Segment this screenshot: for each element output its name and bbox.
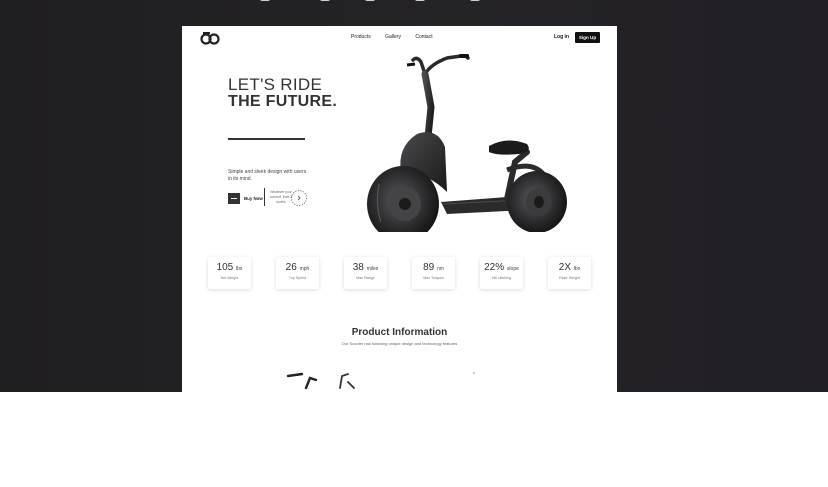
stat-value: 22%: [484, 262, 505, 273]
charge-dial-icon: [291, 190, 307, 206]
toolbar-icon[interactable]: [365, 0, 375, 1]
stat-unit: lbs: [573, 266, 581, 272]
scooter-image: [367, 54, 567, 232]
nav-link-contact[interactable]: Contact: [415, 34, 432, 40]
hero-vertical-divider: [264, 188, 265, 206]
stat-card-max-torque: 89 nm Max Torques: [412, 257, 455, 289]
top-toolbar-icons: [250, 0, 510, 4]
navbar: Products Gallery Contact Log in Sign Up: [182, 26, 617, 50]
nav-links: Products Gallery Contact: [351, 34, 446, 40]
stat-unit: miles: [366, 266, 379, 272]
buy-now-arrow-button[interactable]: [228, 193, 240, 204]
hero-description: Simple and sleek design with users in it…: [228, 169, 307, 182]
stat-label: Top Speed: [288, 276, 307, 280]
scooter-detail-image: [286, 372, 475, 390]
stat-unit: lbs: [236, 266, 243, 272]
stat-value: 105: [216, 262, 234, 273]
stat-value: 38: [352, 262, 364, 273]
stat-value: 26: [285, 262, 297, 273]
stat-label: Rider Weight: [559, 276, 580, 280]
toolbar-icon[interactable]: [470, 0, 480, 1]
product-info-subtitle: Our Scooter has following unique design …: [341, 341, 458, 346]
hero-title-line2: THE FUTURE.: [228, 93, 338, 110]
stat-card-max-range: 38 miles Max Range: [344, 257, 387, 289]
stat-card-hill-climbing: 22% slope Hill climbing: [480, 257, 523, 289]
stat-label: Net Weight: [220, 276, 239, 280]
webpage-preview: Products Gallery Contact Log in Sign Up …: [182, 26, 617, 392]
stat-label: Max Torques: [423, 276, 444, 280]
toolbar-icon[interactable]: [415, 0, 425, 1]
stat-unit: mph: [299, 266, 310, 272]
toolbar-icon[interactable]: [320, 0, 330, 1]
hero-title-line1: LET'S RIDE: [228, 75, 323, 94]
toolbar-icon[interactable]: [260, 0, 270, 1]
nav-link-products[interactable]: Products: [351, 34, 371, 40]
buy-now-label[interactable]: Buy Now: [244, 196, 263, 201]
hero-divider: [228, 138, 305, 140]
stat-value: 2X: [558, 262, 572, 273]
stat-card-net-weight: 105 lbs Net Weight: [208, 257, 251, 289]
stat-unit: nm: [436, 266, 444, 272]
stat-card-rider-weight: 2X lbs Rider Weight: [548, 257, 591, 289]
product-info-title: Product Information: [351, 327, 448, 338]
stat-value: 89: [423, 262, 435, 273]
stat-label: Max Range: [356, 276, 375, 280]
stat-card-top-speed: 26 mph Top Speed: [276, 257, 319, 289]
login-link[interactable]: Log in: [554, 34, 569, 40]
stat-unit: slope: [506, 266, 519, 272]
stat-label: Hill climbing: [491, 276, 512, 280]
signup-button[interactable]: Sign Up: [575, 32, 600, 43]
brand-logo-icon[interactable]: [200, 31, 220, 45]
nav-link-gallery[interactable]: Gallery: [385, 34, 401, 40]
